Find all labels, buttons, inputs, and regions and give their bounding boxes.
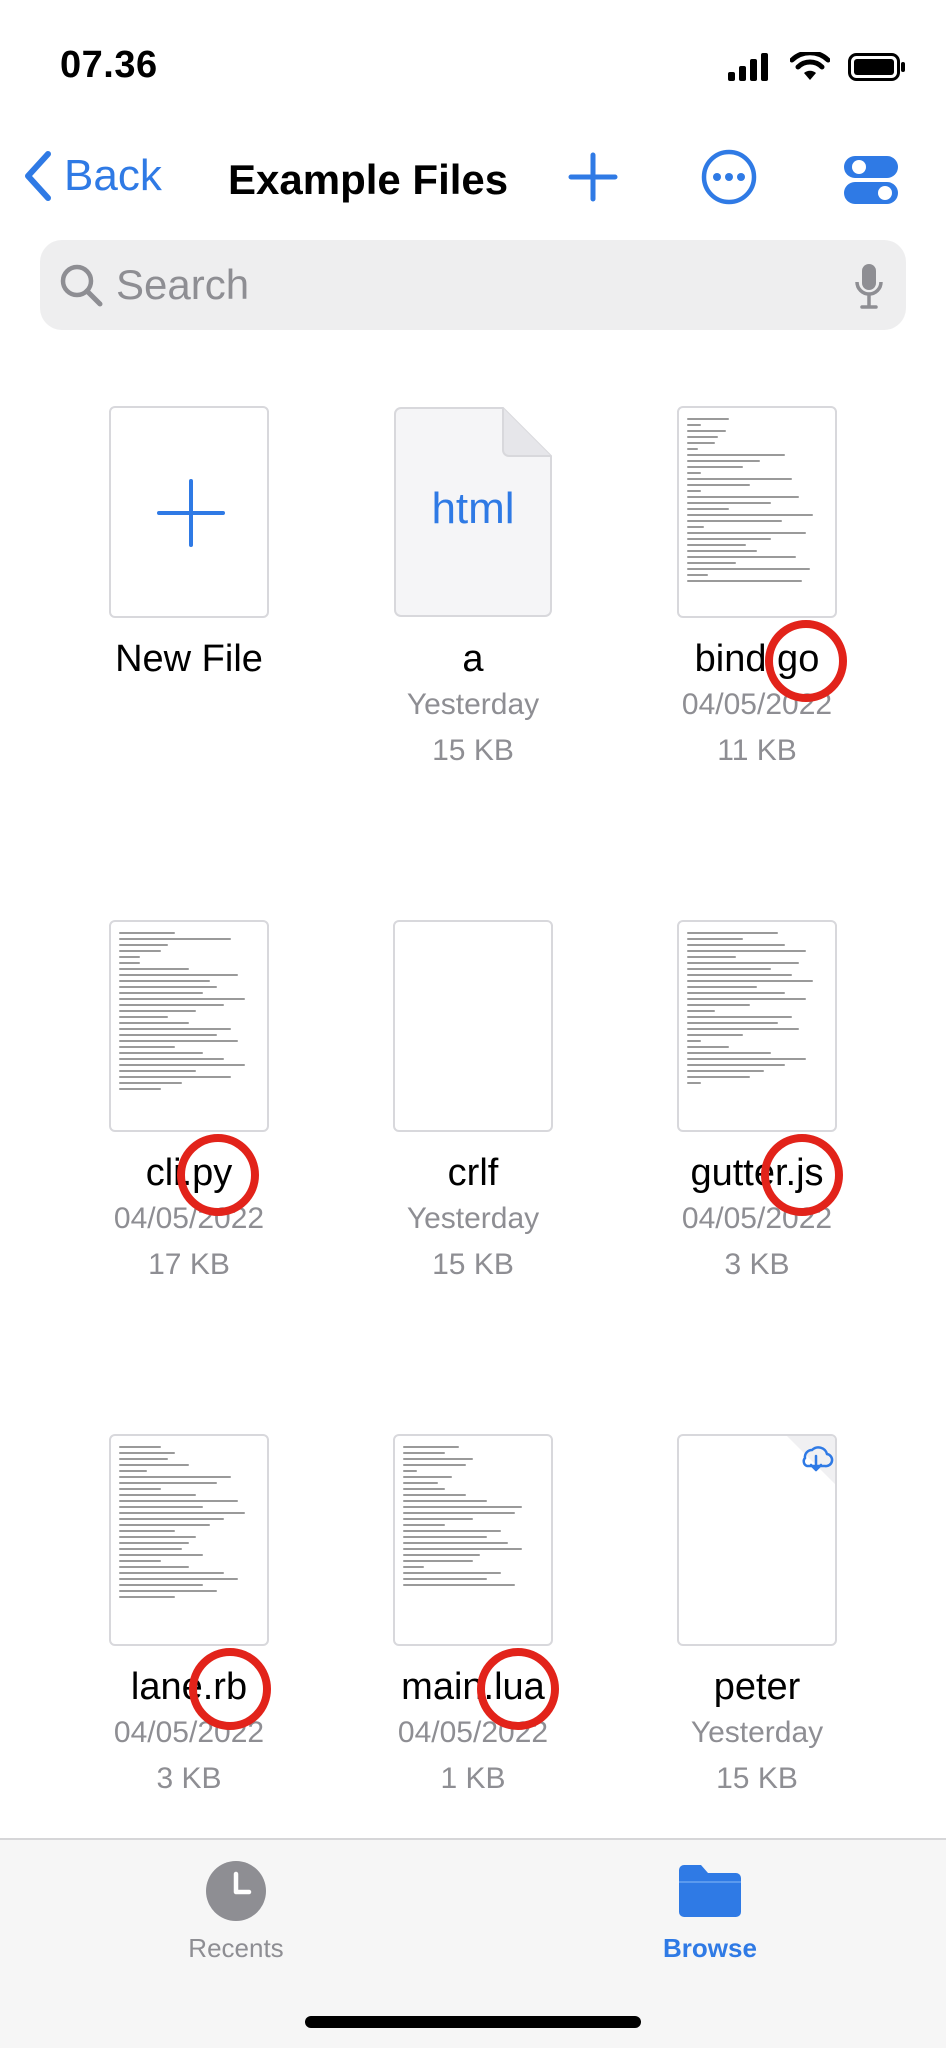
file-date: 04/05/2022	[113, 1716, 265, 1749]
tab-browse[interactable]: Browse	[610, 1860, 810, 1964]
file-item-peter[interactable]: peter Yesterday 15 KB	[615, 1434, 899, 1802]
html-file-thumbnail: html	[393, 406, 553, 618]
file-date: Yesterday	[406, 1202, 540, 1235]
search-input[interactable]	[116, 261, 796, 309]
tab-recents[interactable]: Recents	[136, 1860, 336, 1964]
chevron-left-icon	[25, 151, 51, 201]
status-time: 07.36	[60, 44, 158, 86]
file-date: Yesterday	[406, 688, 540, 721]
add-icon[interactable]	[568, 152, 618, 202]
file-date: 04/05/2022	[681, 1202, 833, 1235]
file-size: 17 KB	[148, 1248, 230, 1281]
annotation-circle	[189, 1648, 271, 1730]
file-date: Yesterday	[690, 1716, 824, 1749]
navigation-bar: Back Example Files	[0, 140, 946, 220]
file-item-gutter-js[interactable]: gutter.js 04/05/2022 3 KB	[615, 920, 899, 1288]
annotation-circle	[761, 1134, 843, 1216]
code-file-thumbnail	[109, 920, 269, 1132]
file-item-bind-go[interactable]: bind.go 04/05/2022 11 KB	[615, 406, 899, 774]
home-indicator	[305, 2016, 641, 2028]
tab-label: Recents	[188, 1933, 284, 1963]
file-size: 1 KB	[440, 1762, 506, 1795]
file-item-crlf[interactable]: crlf Yesterday 15 KB	[331, 920, 615, 1288]
back-button[interactable]: Back	[20, 150, 162, 202]
file-item-main-lua[interactable]: main.lua 04/05/2022 1 KB	[331, 1434, 615, 1802]
back-label: Back	[64, 151, 162, 200]
page-title: Example Files	[228, 156, 509, 203]
file-item-cli-py[interactable]: cli.py 04/05/2022 17 KB	[47, 920, 331, 1288]
status-bar: 07.36	[0, 0, 946, 130]
wifi-icon	[790, 52, 830, 80]
annotation-circle	[177, 1134, 259, 1216]
code-file-thumbnail	[677, 920, 837, 1132]
file-name: a	[462, 638, 484, 680]
file-size: 11 KB	[717, 734, 797, 767]
file-size: 15 KB	[716, 1762, 798, 1795]
annotation-circle	[765, 620, 847, 702]
more-options-icon[interactable]	[700, 148, 758, 206]
new-file-thumbnail	[109, 406, 269, 618]
file-size: 3 KB	[724, 1248, 790, 1281]
file-item-a[interactable]: html a Yesterday 15 KB	[331, 406, 615, 774]
new-file-button[interactable]: New File	[47, 406, 331, 682]
code-file-thumbnail	[109, 1434, 269, 1646]
clock-icon	[206, 1861, 266, 1921]
file-date: 04/05/2022	[681, 688, 833, 721]
cloud-file-thumbnail	[677, 1434, 837, 1646]
file-size: 15 KB	[432, 734, 514, 767]
code-file-thumbnail	[393, 1434, 553, 1646]
view-options-toggle-icon[interactable]	[842, 154, 900, 206]
search-bar[interactable]	[40, 240, 906, 330]
cellular-signal-icon	[728, 53, 768, 81]
tab-label: Browse	[663, 1933, 757, 1963]
blank-file-thumbnail	[393, 920, 553, 1132]
cloud-download-icon	[787, 1436, 835, 1484]
file-name: peter	[713, 1666, 801, 1708]
plus-icon	[157, 479, 225, 547]
file-item-lane-rb[interactable]: lane.rb 04/05/2022 3 KB	[47, 1434, 331, 1802]
file-date: 04/05/2022	[397, 1716, 549, 1749]
file-type-label: html	[431, 484, 515, 533]
file-name: crlf	[447, 1152, 499, 1194]
status-icons	[728, 52, 906, 82]
code-file-thumbnail	[677, 406, 837, 618]
battery-icon	[848, 53, 905, 81]
folder-icon	[679, 1865, 741, 1917]
file-size: 15 KB	[432, 1248, 514, 1281]
search-icon	[60, 264, 103, 307]
annotation-circle	[477, 1648, 559, 1730]
file-name: New File	[115, 638, 263, 680]
file-size: 3 KB	[156, 1762, 222, 1795]
microphone-icon[interactable]	[854, 262, 884, 310]
